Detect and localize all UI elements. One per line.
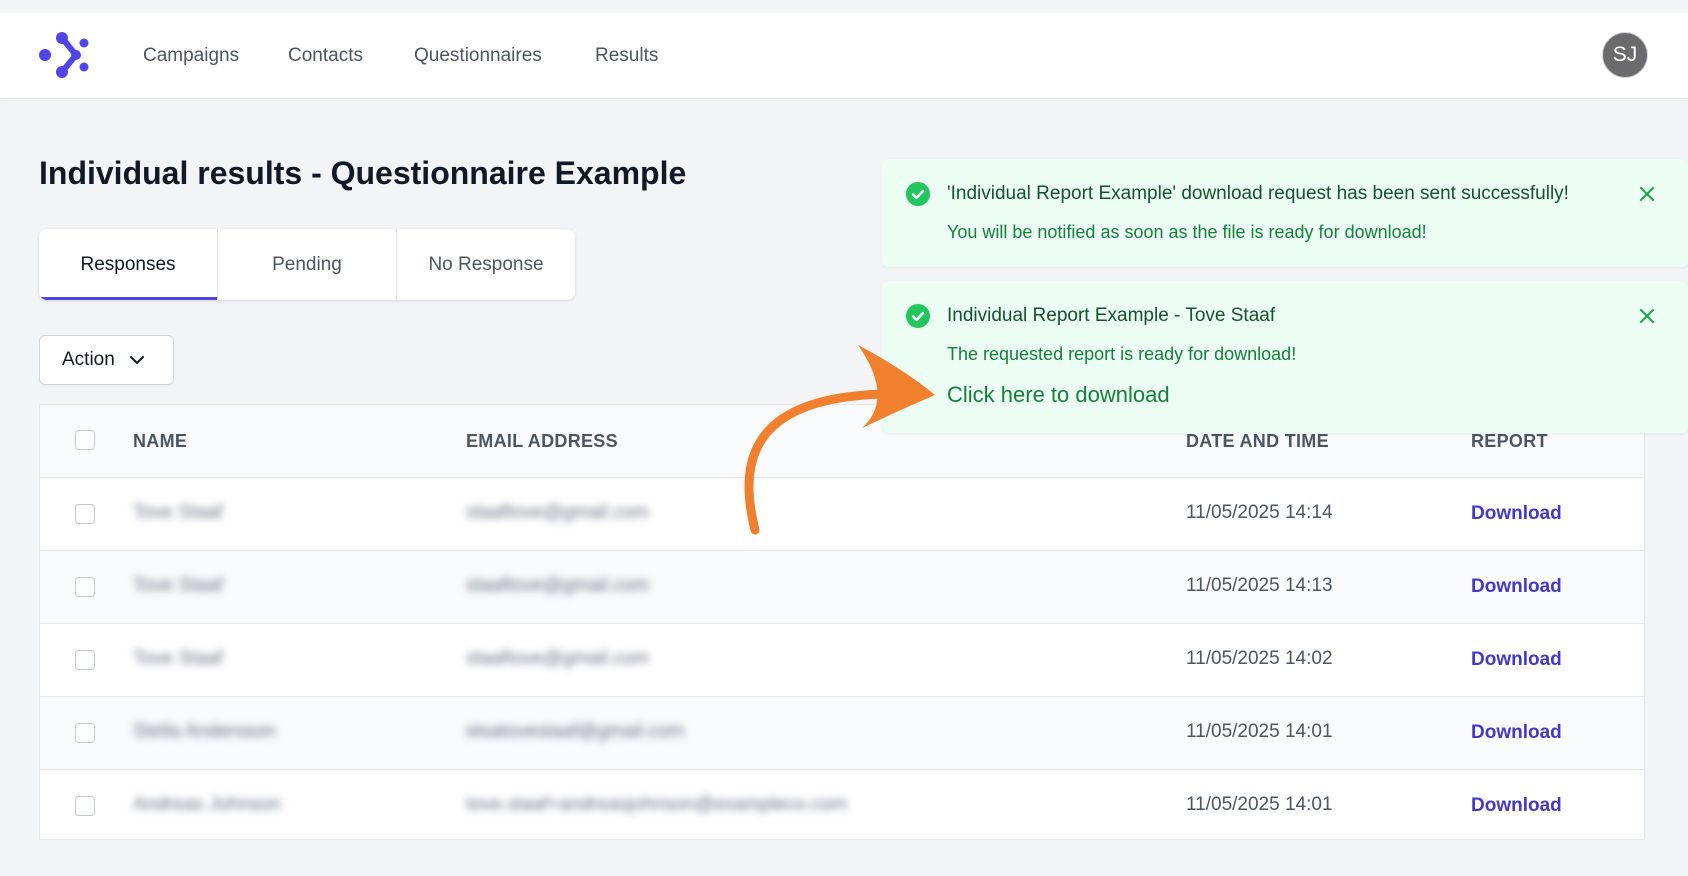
row-name: Stella Andersson <box>133 721 276 742</box>
tab-bar: Responses Pending No Response <box>39 229 575 300</box>
row-date: 11/05/2025 14:01 <box>1186 794 1333 815</box>
close-icon[interactable] <box>1637 184 1657 204</box>
row-name: Tove Staaf <box>133 502 223 523</box>
header-email: EMAIL ADDRESS <box>466 431 618 451</box>
header-name: NAME <box>133 431 188 451</box>
header-date: DATE AND TIME <box>1186 431 1329 451</box>
row-date: 11/05/2025 14:01 <box>1186 721 1333 742</box>
avatar[interactable]: SJ <box>1602 32 1648 78</box>
chevron-down-icon <box>129 356 144 364</box>
header-report: REPORT <box>1471 431 1548 451</box>
close-icon[interactable] <box>1637 306 1657 326</box>
download-link[interactable]: Download <box>1471 722 1562 744</box>
navbar: Campaigns Contacts Questionnaires Result… <box>0 13 1688 99</box>
check-circle-icon <box>906 182 930 206</box>
row-date: 11/05/2025 14:02 <box>1186 648 1333 669</box>
row-email: staaftove@gmail.com <box>466 648 649 669</box>
row-checkbox[interactable] <box>75 796 95 816</box>
row-date: 11/05/2025 14:14 <box>1186 502 1333 523</box>
download-link[interactable]: Download <box>1471 795 1562 817</box>
row-name: Andreas Johnson <box>133 794 281 815</box>
table-row: Tove Staaf staaftove@gmail.com 11/05/202… <box>40 551 1644 624</box>
toast-report-ready: Individual Report Example - Tove Staaf T… <box>882 281 1688 433</box>
download-link[interactable]: Download <box>1471 649 1562 671</box>
row-name: Tove Staaf <box>133 575 223 596</box>
tab-no-response[interactable]: No Response <box>397 229 575 300</box>
results-table: NAME EMAIL ADDRESS DATE AND TIME REPORT … <box>39 404 1645 840</box>
action-button-label: Action <box>62 349 115 370</box>
toast-title: Individual Report Example - Tove Staaf <box>947 305 1276 326</box>
tab-responses[interactable]: Responses <box>39 229 218 300</box>
top-strip <box>0 0 1688 13</box>
table-row: Tove Staaf staaftove@gmail.com 11/05/202… <box>40 624 1644 697</box>
row-name: Tove Staaf <box>133 648 223 669</box>
page-title: Individual results - Questionnaire Examp… <box>39 155 687 191</box>
row-email: staaftove@gmail.com <box>466 575 649 596</box>
row-checkbox[interactable] <box>75 723 95 743</box>
row-checkbox[interactable] <box>75 504 95 524</box>
table-row: Tove Staaf staaftove@gmail.com 11/05/202… <box>40 478 1644 551</box>
nav-results[interactable]: Results <box>595 45 658 67</box>
brand-logo-icon[interactable] <box>36 29 92 81</box>
toast-title: 'Individual Report Example' download req… <box>947 183 1569 204</box>
row-email: tove.staaf+andreasjohnson@exampleco.com <box>466 794 848 815</box>
toast-download-requested: 'Individual Report Example' download req… <box>882 159 1688 267</box>
tab-pending[interactable]: Pending <box>218 229 397 300</box>
check-circle-icon <box>906 304 930 328</box>
row-checkbox[interactable] <box>75 650 95 670</box>
row-email: stsatovestaaf@gmail.com <box>466 721 684 742</box>
select-all-checkbox[interactable] <box>75 430 95 450</box>
toast-message: You will be notified as soon as the file… <box>947 222 1427 242</box>
nav-contacts[interactable]: Contacts <box>288 45 363 67</box>
nav-questionnaires[interactable]: Questionnaires <box>414 45 542 67</box>
table-row: Stella Andersson stsatovestaaf@gmail.com… <box>40 697 1644 770</box>
toast-message: The requested report is ready for downlo… <box>947 344 1297 364</box>
row-email: staaftove@gmail.com <box>466 502 649 523</box>
action-dropdown-button[interactable]: Action <box>39 335 174 385</box>
row-date: 11/05/2025 14:13 <box>1186 575 1333 596</box>
download-link[interactable]: Download <box>1471 576 1562 598</box>
download-link[interactable]: Download <box>1471 503 1562 525</box>
click-to-download-link[interactable]: Click here to download <box>947 382 1170 408</box>
table-row: Andreas Johnson tove.staaf+andreasjohnso… <box>40 770 1644 842</box>
row-checkbox[interactable] <box>75 577 95 597</box>
nav-campaigns[interactable]: Campaigns <box>143 45 239 67</box>
